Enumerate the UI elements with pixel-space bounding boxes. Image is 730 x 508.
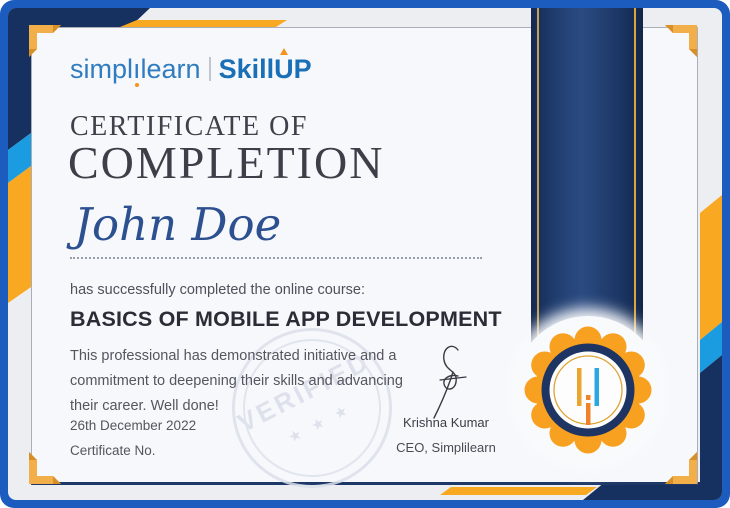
corner-ornament-top-left [29, 25, 61, 57]
certificate: VERIFIED ★ ★ ★ simplılearnSkillUP CERTIF… [0, 0, 730, 508]
subtitle-text: has successfully completed the online co… [70, 282, 365, 298]
issue-date: 26th December 2022 [70, 418, 196, 433]
logo-p: P [294, 54, 312, 84]
signature-icon [406, 344, 496, 426]
logo-divider [209, 57, 211, 81]
certificate-mat: VERIFIED ★ ★ ★ simplılearnSkillUP CERTIF… [8, 8, 722, 500]
logo-learn: learn [141, 54, 201, 84]
simplilearn-skillup-logo: simplılearn SkillUP [70, 54, 312, 84]
signer-title: CEO, Simplilearn [366, 440, 526, 455]
description-line-3: their career. Well done! [70, 394, 403, 419]
name-dotted-underline [70, 257, 482, 259]
ribbon-gold-pinstripe-right [634, 8, 636, 352]
logo-skill: Skill [219, 54, 275, 84]
logo-i: ı [133, 54, 141, 84]
ribbon-gold-pinstripe-left [537, 8, 539, 352]
corner-ornament-top-right [665, 25, 697, 57]
description-line-2: commitment to deepening their skills and… [70, 369, 403, 394]
logo-i-dot-icon [135, 83, 139, 87]
corner-ornament-bottom-right [665, 452, 697, 484]
logo-u: U [274, 54, 294, 84]
logo-up-arrow-icon [280, 48, 288, 55]
logo-simpl: simpl [70, 54, 133, 84]
corner-ornament-bottom-left [29, 452, 61, 484]
medal-badge-icon [518, 320, 658, 460]
certificate-no-label: Certificate No. [70, 443, 156, 458]
signer-name: Krishna Kumar [366, 415, 526, 430]
description-line-1: This professional has demonstrated initi… [70, 344, 403, 369]
recipient-name: John Doe [74, 198, 281, 251]
description-paragraph: This professional has demonstrated initi… [70, 344, 403, 419]
ribbon [531, 8, 643, 352]
completion-heading: COMPLETION [68, 136, 384, 189]
course-title: BASICS OF MOBILE APP DEVELOPMENT [70, 307, 502, 332]
